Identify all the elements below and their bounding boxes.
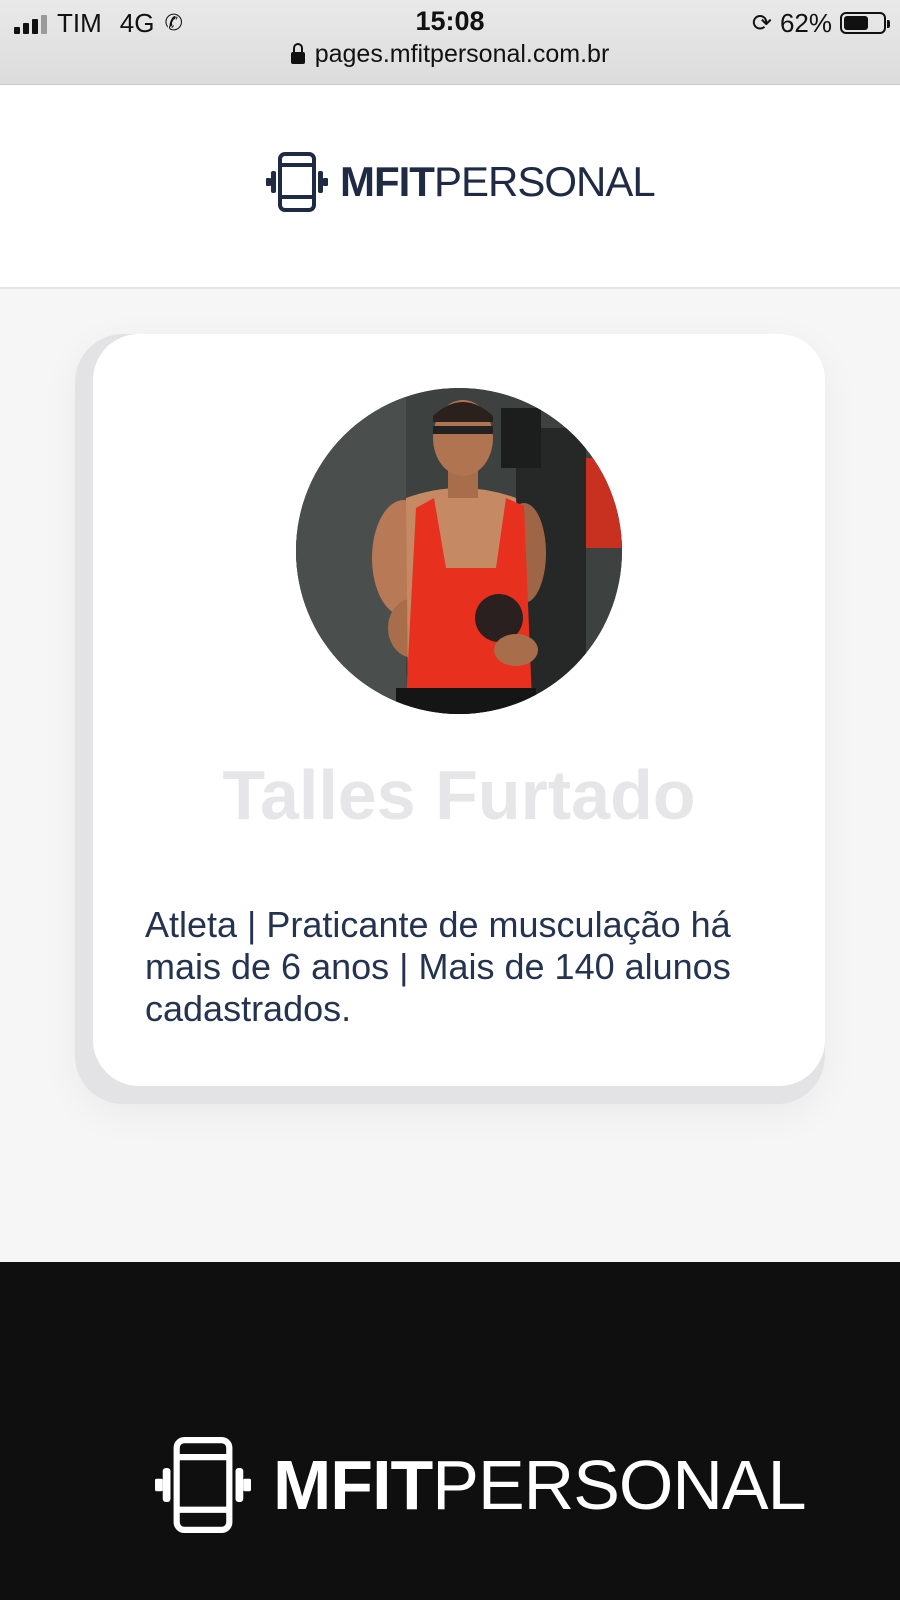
profile-name: Talles Furtado bbox=[222, 756, 696, 834]
profile-avatar bbox=[296, 388, 622, 714]
battery-icon bbox=[840, 12, 890, 34]
footer-logo-bold: MFIT bbox=[273, 1446, 433, 1524]
header-logo-bold: MFIT bbox=[340, 158, 435, 205]
lock-icon bbox=[290, 42, 305, 64]
site-footer: MFIT PERSONAL bbox=[0, 1262, 900, 1600]
header-logo[interactable]: MFIT PERSONAL bbox=[266, 151, 656, 213]
status-right: ⟳ 62% bbox=[751, 7, 890, 38]
footer-logo[interactable]: MFIT PERSONAL bbox=[155, 1435, 807, 1535]
profile-bio: Atleta | Praticante de musculação há mai… bbox=[145, 904, 731, 1029]
address-bar[interactable]: pages.mfitpersonal.com.br bbox=[0, 40, 900, 69]
header-logo-light: PERSONAL bbox=[433, 158, 656, 205]
battery-percent: 62% bbox=[779, 7, 832, 38]
browser-status-bar: TIM 4G ✆ 15:08 ⟳ 62% pages.mfitpersonal.… bbox=[0, 0, 900, 85]
url-text[interactable]: pages.mfitpersonal.com.br bbox=[315, 40, 610, 69]
site-header: MFIT PERSONAL bbox=[0, 85, 900, 289]
profile-photo bbox=[296, 388, 622, 714]
phone-dumbbell-logo-icon bbox=[155, 1437, 251, 1533]
footer-logo-light: PERSONAL bbox=[432, 1446, 806, 1524]
rotation-lock-icon: ⟳ bbox=[751, 9, 772, 37]
phone-dumbbell-logo-icon bbox=[266, 152, 328, 212]
